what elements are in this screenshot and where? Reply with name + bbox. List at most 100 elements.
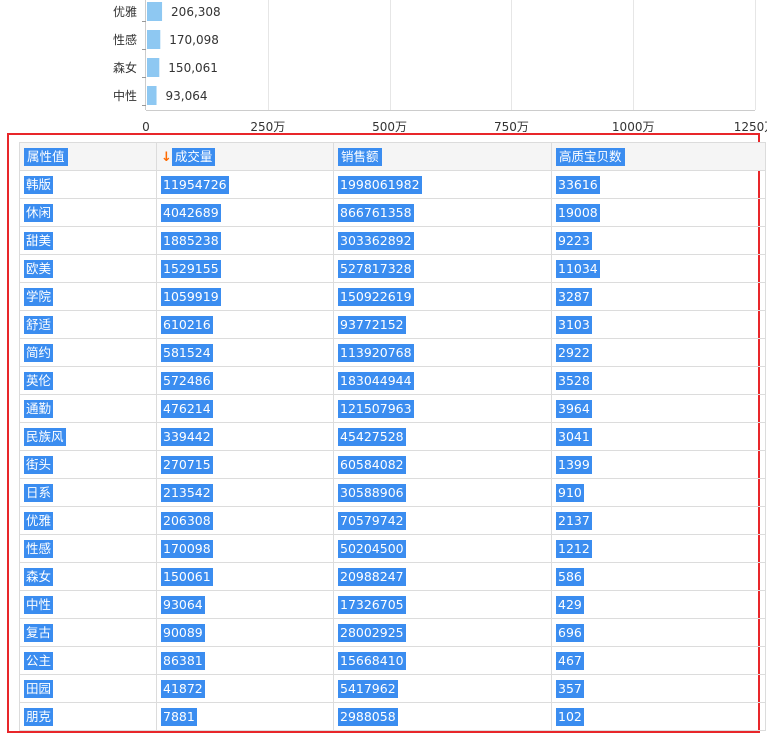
table-row[interactable]: 学院 1059919 150922619 3287	[19, 282, 766, 311]
selected-text: 113920768	[338, 343, 414, 362]
category-label: 森女	[113, 60, 137, 75]
table-row[interactable]: 优雅 206308 70579742 2137	[19, 506, 766, 535]
cell-sales: 866761358	[333, 198, 552, 227]
selected-text: 复古	[24, 623, 54, 642]
cell-volume: 4042689	[156, 198, 334, 227]
cell-attribute: 日系	[19, 478, 157, 507]
cell-sales: 527817328	[333, 254, 552, 283]
table-row[interactable]: 街头 270715 60584082 1399	[19, 450, 766, 479]
cell-volume: 270715	[156, 450, 334, 479]
x-tick-label: 0	[142, 120, 150, 134]
cell-attribute: 休闲	[19, 198, 157, 227]
cell-quality-items: 19008	[551, 198, 766, 227]
x-tick-label: 250万	[250, 120, 285, 134]
selected-text: 简约	[24, 343, 54, 362]
selected-text: 270715	[161, 455, 213, 474]
cell-sales: 60584082	[333, 450, 552, 479]
cell-attribute: 性感	[19, 534, 157, 563]
selected-text: 15668410	[338, 651, 406, 670]
table-row[interactable]: 中性 93064 17326705 429	[19, 590, 766, 619]
selected-text: 田园	[24, 679, 54, 698]
table-row[interactable]: 甜美 1885238 303362892 9223	[19, 226, 766, 255]
table-row[interactable]: 休闲 4042689 866761358 19008	[19, 198, 766, 227]
selected-text: 欧美	[24, 259, 54, 278]
selected-text: 性感	[24, 539, 54, 558]
table-row[interactable]: 简约 581524 113920768 2922	[19, 338, 766, 367]
table-row[interactable]: 民族风 339442 45427528 3041	[19, 422, 766, 451]
cell-volume: 93064	[156, 590, 334, 619]
cell-sales: 150922619	[333, 282, 552, 311]
selected-text: 339442	[161, 427, 213, 446]
selected-text: 17326705	[338, 595, 406, 614]
cell-attribute: 舒适	[19, 310, 157, 339]
selected-text: 30588906	[338, 483, 406, 502]
cell-volume: 339442	[156, 422, 334, 451]
cell-attribute: 民族风	[19, 422, 157, 451]
table-row[interactable]: 欧美 1529155 527817328 11034	[19, 254, 766, 283]
cell-attribute: 通勤	[19, 394, 157, 423]
selected-text: 20988247	[338, 567, 406, 586]
cell-quality-items: 696	[551, 618, 766, 647]
selected-text: 150061	[161, 567, 213, 586]
cell-quality-items: 2137	[551, 506, 766, 535]
data-label: 206,308	[171, 5, 221, 19]
sort-desc-icon[interactable]: ↓	[161, 150, 172, 165]
selected-text: 696	[556, 623, 584, 642]
table-row[interactable]: 英伦 572486 183044944 3528	[19, 366, 766, 395]
selected-text: 476214	[161, 399, 213, 418]
cell-quality-items: 3041	[551, 422, 766, 451]
selected-text: 467	[556, 651, 584, 670]
cell-attribute: 学院	[19, 282, 157, 311]
header-volume-label: 成交量	[171, 147, 216, 166]
table-row[interactable]: 日系 213542 30588906 910	[19, 478, 766, 507]
selected-text: 街头	[24, 455, 54, 474]
selected-text: 休闲	[24, 203, 54, 222]
category-label: 优雅	[113, 4, 137, 19]
selected-text: 610216	[161, 315, 213, 334]
selected-text: 183044944	[338, 371, 414, 390]
table-row[interactable]: 舒适 610216 93772152 3103	[19, 310, 766, 339]
selected-text: 3528	[556, 371, 592, 390]
cell-quality-items: 429	[551, 590, 766, 619]
cell-volume: 90089	[156, 618, 334, 647]
table-row[interactable]: 森女 150061 20988247 586	[19, 562, 766, 591]
header-sales[interactable]: 销售额	[333, 142, 552, 171]
selected-text: 日系	[24, 483, 54, 502]
bar	[147, 2, 163, 21]
selected-text: 中性	[24, 595, 54, 614]
selected-text: 4042689	[161, 203, 221, 222]
header-quality-items[interactable]: 高质宝贝数	[551, 142, 766, 171]
x-tick-label: 1250万	[734, 120, 767, 134]
bar-chart-svg: 0 250万 500万 750万 1000万 1250万 优雅 206,308 性感 170,09…	[113, 0, 767, 134]
cell-quality-items: 3964	[551, 394, 766, 423]
cell-volume: 206308	[156, 506, 334, 535]
header-attribute[interactable]: 属性值	[19, 142, 157, 171]
table-row[interactable]: 朋克 7881 2988058 102	[19, 702, 766, 731]
cell-volume: 41872	[156, 674, 334, 703]
cell-quality-items: 3528	[551, 366, 766, 395]
selected-text: 2137	[556, 511, 592, 530]
table-row[interactable]: 复古 90089 28002925 696	[19, 618, 766, 647]
x-tick-label: 750万	[494, 120, 529, 134]
table-row[interactable]: 韩版 11954726 1998061982 33616	[19, 170, 766, 199]
table-row[interactable]: 性感 170098 50204500 1212	[19, 534, 766, 563]
cell-volume: 1885238	[156, 226, 334, 255]
cell-sales: 1998061982	[333, 170, 552, 199]
data-label: 170,098	[169, 33, 219, 47]
table-row[interactable]: 通勤 476214 121507963 3964	[19, 394, 766, 423]
header-volume[interactable]: ↓ 成交量	[156, 142, 334, 171]
table-row[interactable]: 田园 41872 5417962 357	[19, 674, 766, 703]
header-quality-items-label: 高质宝贝数	[556, 147, 625, 166]
selected-text: 5417962	[338, 679, 398, 698]
cell-quality-items: 3103	[551, 310, 766, 339]
selected-text: 170098	[161, 539, 213, 558]
cell-volume: 476214	[156, 394, 334, 423]
cell-attribute: 朋克	[19, 702, 157, 731]
table-row[interactable]: 公主 86381 15668410 467	[19, 646, 766, 675]
data-label: 93,064	[166, 89, 208, 103]
data-label: 150,061	[168, 61, 218, 75]
selected-text: 1399	[556, 455, 592, 474]
cell-sales: 2988058	[333, 702, 552, 731]
selected-text: 45427528	[338, 427, 406, 446]
selected-text: 通勤	[24, 399, 54, 418]
